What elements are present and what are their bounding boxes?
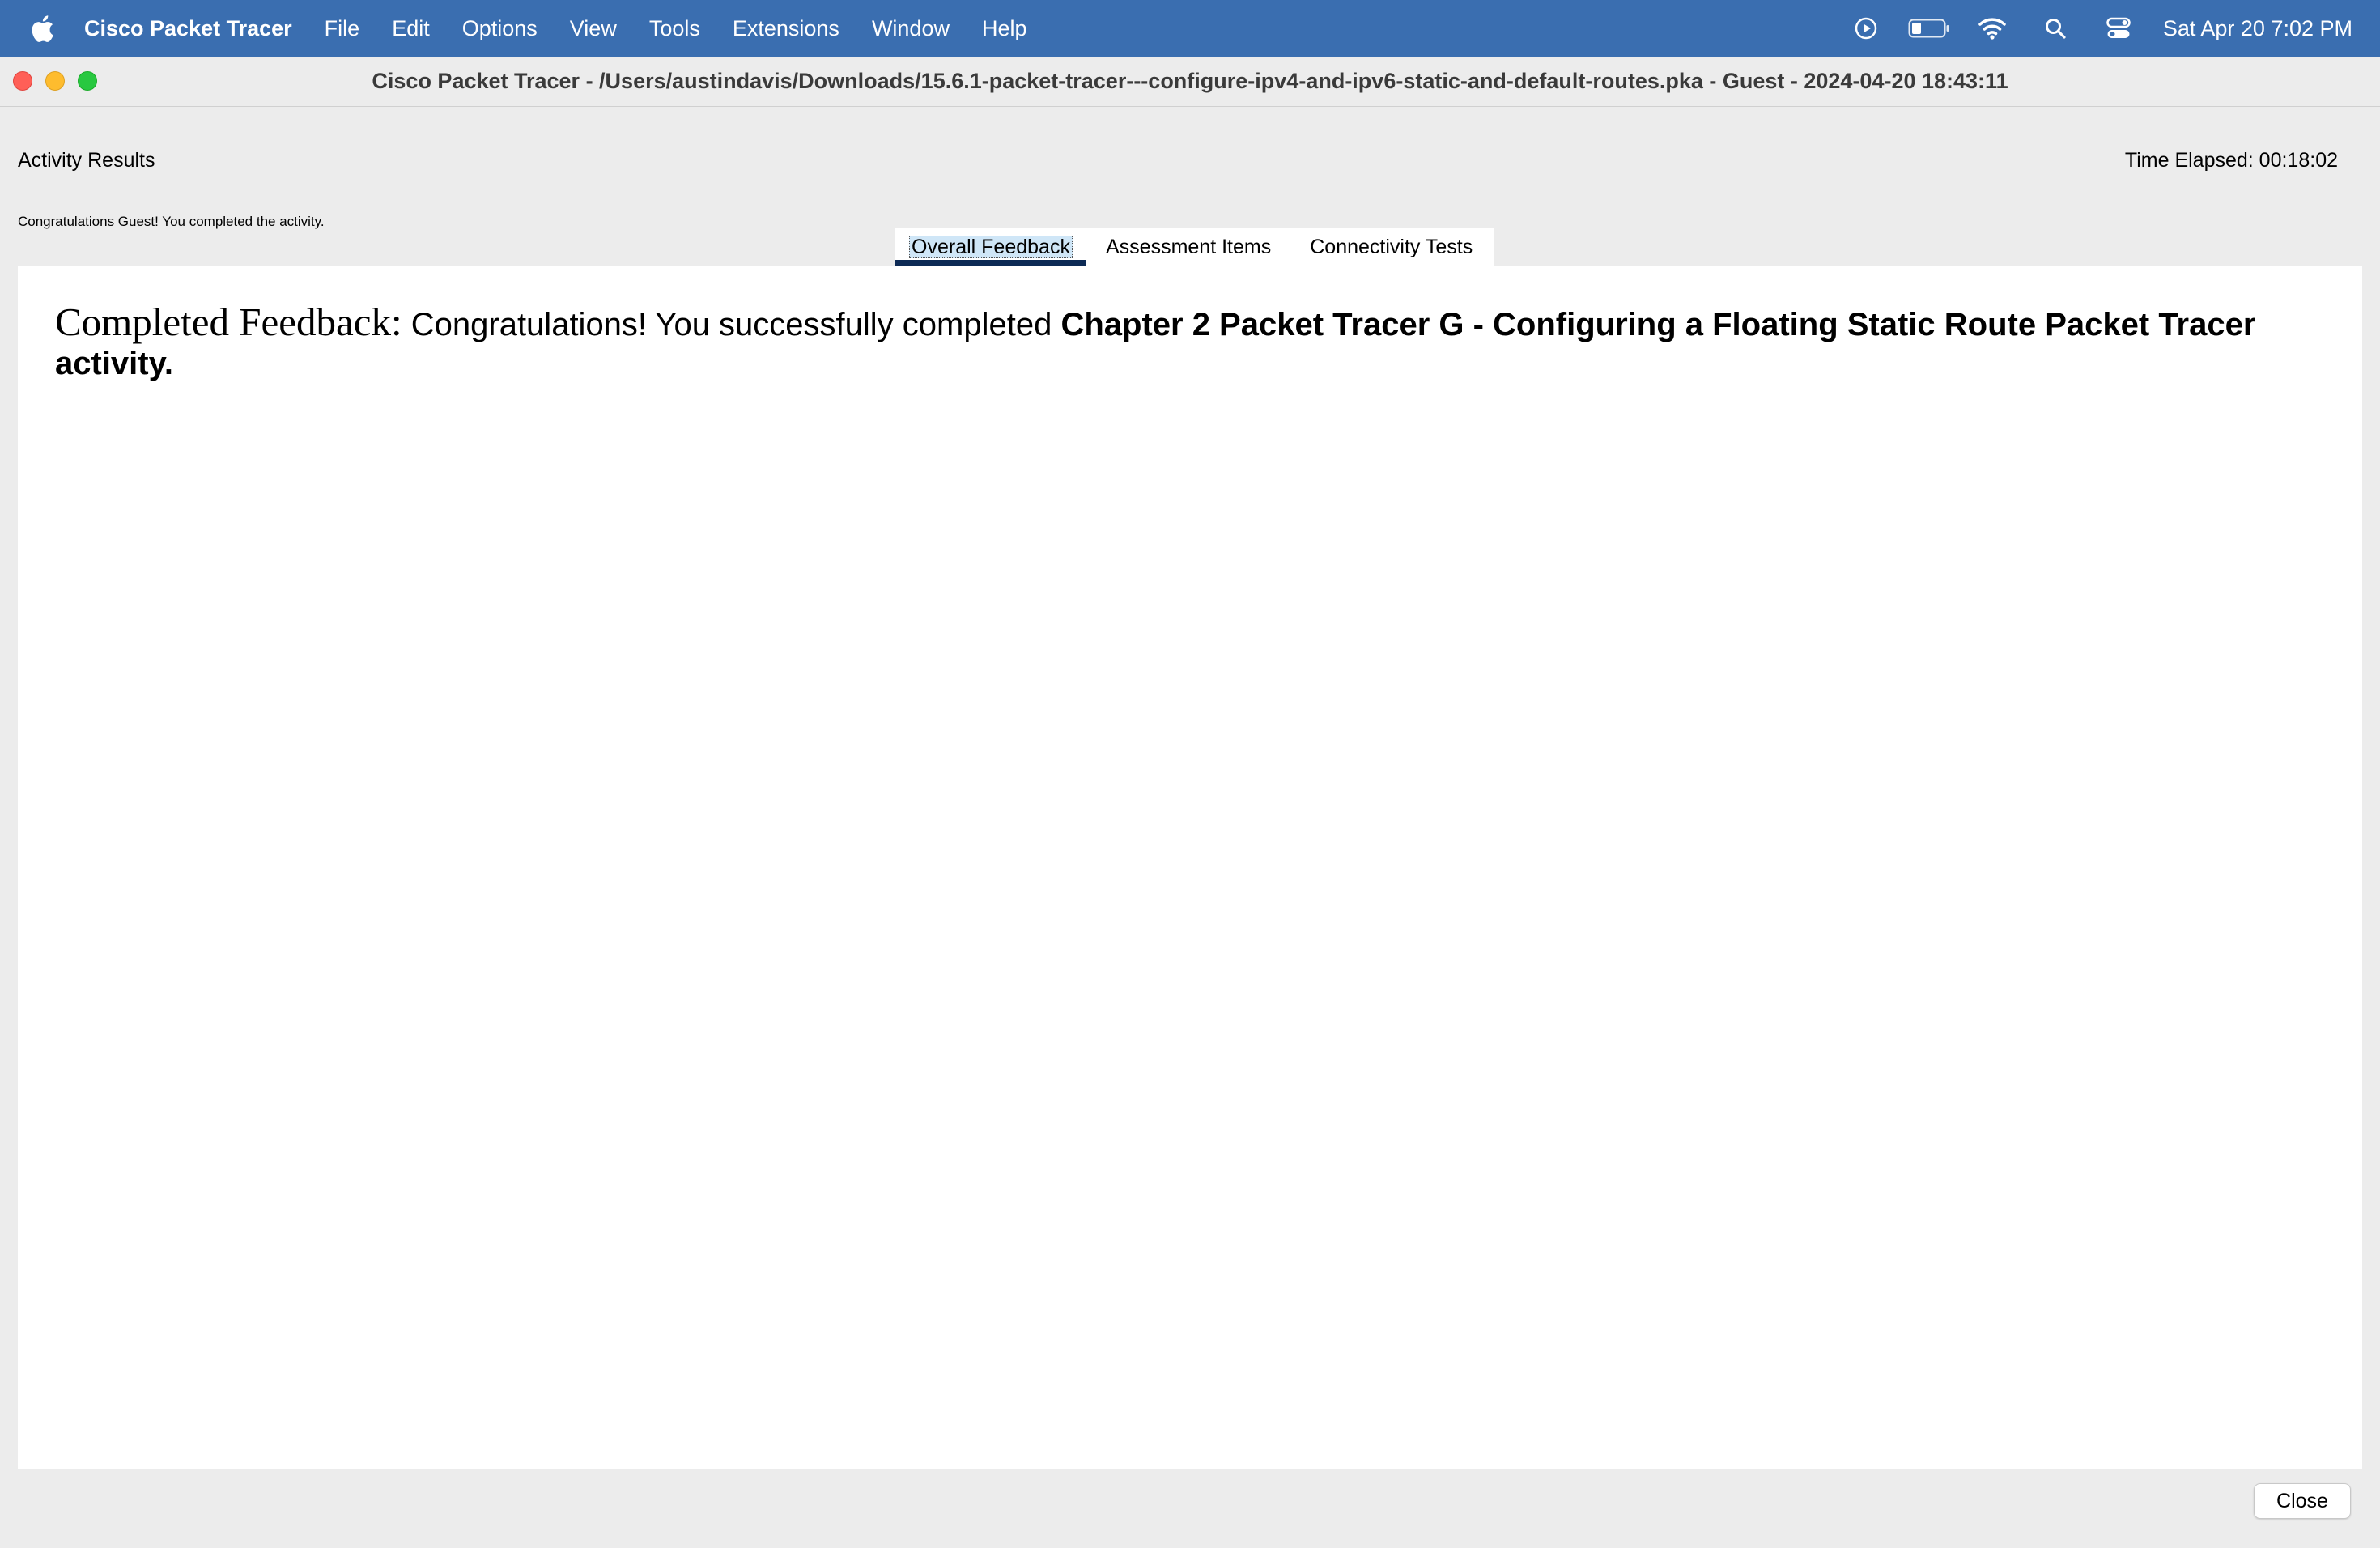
zoom-window-button[interactable] [78, 71, 97, 91]
menu-help[interactable]: Help [966, 0, 1043, 57]
close-window-button[interactable] [13, 71, 32, 91]
macos-menu-bar: Cisco Packet Tracer File Edit Options Vi… [0, 0, 2380, 57]
wifi-icon[interactable] [1961, 0, 2024, 57]
tab-connectivity-tests[interactable]: Connectivity Tests [1290, 228, 1494, 266]
menu-edit[interactable]: Edit [376, 0, 446, 57]
feedback-body: Congratulations! You successfully comple… [402, 307, 1061, 342]
menu-window[interactable]: Window [856, 0, 966, 57]
dialog-heading: Activity Results [18, 149, 155, 172]
feedback-label: Completed Feedback: [55, 300, 402, 344]
close-button[interactable]: Close [2254, 1483, 2351, 1519]
tab-label: Overall Feedback [909, 236, 1073, 258]
window-title: Cisco Packet Tracer - /Users/austindavis… [372, 69, 2008, 93]
tab-label: Assessment Items [1106, 235, 1272, 258]
app-menu[interactable]: Cisco Packet Tracer [84, 0, 308, 57]
menu-tools[interactable]: Tools [633, 0, 716, 57]
menu-file[interactable]: File [308, 0, 376, 57]
tab-overall-feedback[interactable]: Overall Feedback [895, 228, 1086, 266]
feedback-tabs: Overall Feedback Assessment Items Connec… [895, 228, 1494, 266]
menu-view[interactable]: View [554, 0, 633, 57]
control-center-icon[interactable] [2087, 0, 2150, 57]
window-controls [13, 71, 97, 91]
completion-message: Congratulations Guest! You completed the… [18, 214, 325, 229]
tab-label: Connectivity Tests [1310, 235, 1473, 258]
menu-options[interactable]: Options [446, 0, 554, 57]
menubar-clock[interactable]: Sat Apr 20 7:02 PM [2150, 16, 2352, 41]
minimize-window-button[interactable] [45, 71, 65, 91]
search-icon[interactable] [2024, 0, 2087, 57]
tab-assessment-items[interactable]: Assessment Items [1086, 228, 1290, 266]
window-title-bar[interactable]: Cisco Packet Tracer - /Users/austindavis… [0, 57, 2380, 107]
feedback-text: Completed Feedback: Congratulations! You… [55, 300, 2322, 383]
apple-logo-icon [32, 15, 53, 42]
play-circle-icon[interactable] [1834, 0, 1898, 57]
apple-menu-icon[interactable] [0, 14, 84, 43]
battery-icon[interactable] [1898, 0, 1961, 57]
menu-extensions[interactable]: Extensions [716, 0, 856, 57]
feedback-panel: Completed Feedback: Congratulations! You… [18, 266, 2362, 1469]
time-elapsed: Time Elapsed: 00:18:02 [2124, 149, 2338, 172]
